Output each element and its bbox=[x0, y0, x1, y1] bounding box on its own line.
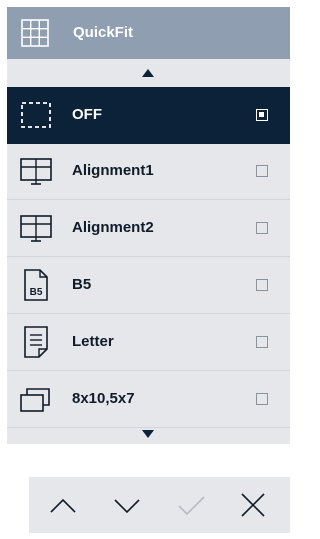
menu-item-checkbox[interactable] bbox=[256, 109, 268, 121]
b5-icon-text: B5 bbox=[30, 287, 43, 298]
close-icon[interactable] bbox=[233, 485, 273, 525]
menu-item-checkbox[interactable] bbox=[256, 222, 268, 234]
menu-item-label: B5 bbox=[72, 276, 92, 293]
scroll-up-button[interactable] bbox=[7, 61, 290, 87]
menu-item-checkbox[interactable] bbox=[256, 336, 268, 348]
menu-item-checkbox[interactable] bbox=[256, 393, 268, 405]
menu-item-label: 8x10,5x7 bbox=[72, 390, 135, 407]
grid-icon bbox=[21, 19, 49, 47]
menu-item-alignment1[interactable]: Alignment1 bbox=[7, 143, 290, 200]
menu-item-checkbox[interactable] bbox=[256, 165, 268, 177]
quickfit-menu: QuickFit OFF Alignment1 Alignment2 B5 B5… bbox=[7, 7, 290, 444]
menu-item-label: Alignment2 bbox=[72, 219, 154, 236]
monitor-icon bbox=[20, 158, 52, 185]
menu-item-letter[interactable]: Letter bbox=[7, 314, 290, 371]
scroll-down-icon bbox=[142, 430, 154, 438]
menu-header: QuickFit bbox=[7, 7, 290, 59]
dashed-frame-icon bbox=[21, 102, 51, 128]
menu-item-b5[interactable]: B5 B5 bbox=[7, 257, 290, 314]
check-icon[interactable] bbox=[171, 485, 211, 525]
menu-item-label: OFF bbox=[72, 106, 102, 123]
menu-item-alignment2[interactable]: Alignment2 bbox=[7, 200, 290, 257]
navigation-controls bbox=[29, 477, 290, 533]
menu-item-8x10-5x7[interactable]: 8x10,5x7 bbox=[7, 371, 290, 428]
letter-document-icon bbox=[24, 326, 48, 358]
menu-item-checkbox[interactable] bbox=[256, 279, 268, 291]
stacked-frames-icon bbox=[20, 388, 50, 412]
b5-document-icon: B5 bbox=[24, 269, 48, 301]
up-chevron-icon[interactable] bbox=[43, 485, 83, 525]
menu-item-off[interactable]: OFF bbox=[7, 87, 290, 144]
menu-item-label: Letter bbox=[72, 333, 114, 350]
menu-title: QuickFit bbox=[73, 24, 134, 41]
down-chevron-icon[interactable] bbox=[107, 485, 147, 525]
menu-item-label: Alignment1 bbox=[72, 162, 154, 179]
scroll-down-button[interactable] bbox=[7, 422, 290, 448]
scroll-up-icon bbox=[142, 69, 154, 77]
monitor-icon bbox=[20, 215, 52, 242]
